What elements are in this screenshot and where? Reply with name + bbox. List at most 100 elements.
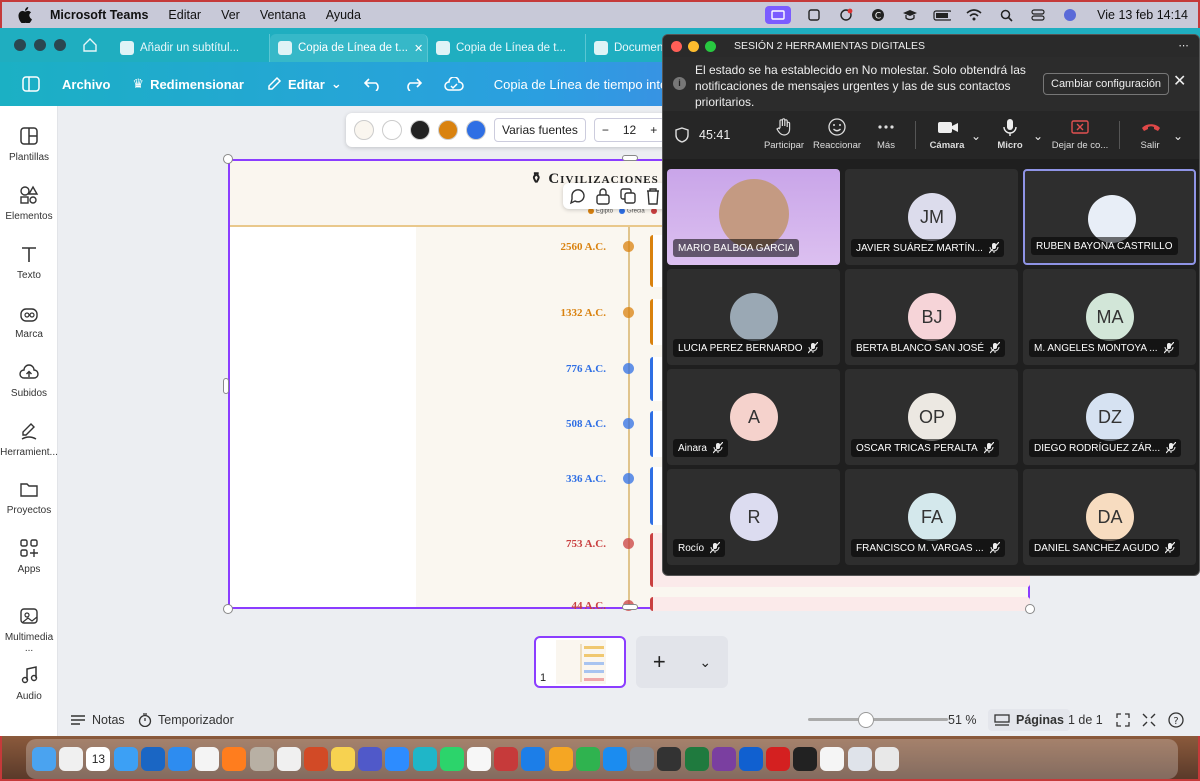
menubar-clock[interactable]: Vie 13 feb 14:14	[1097, 8, 1188, 22]
more-options-icon[interactable]: ⋯	[1179, 40, 1190, 52]
zoom-slider-knob[interactable]	[858, 712, 874, 728]
teams-status-icon[interactable]	[805, 8, 823, 22]
notes-button[interactable]: Notas	[70, 713, 125, 727]
event-date[interactable]: 44 A.C.	[406, 600, 606, 612]
contacts-icon[interactable]	[249, 747, 274, 771]
more-button[interactable]: Más	[871, 117, 901, 151]
acrobat-icon[interactable]	[766, 747, 791, 771]
cloud-saved-icon[interactable]	[443, 77, 464, 91]
siri-icon[interactable]	[1061, 8, 1079, 22]
participant-tile[interactable]: JM JAVIER SUÁREZ MARTÍN...	[845, 169, 1018, 265]
minimize-window-button[interactable]	[34, 39, 46, 51]
chevron-down-icon[interactable]: ⌄	[1173, 129, 1183, 143]
terminal-icon[interactable]	[793, 747, 818, 771]
notification-status-icon[interactable]	[837, 8, 855, 22]
redo-icon[interactable]	[404, 77, 422, 91]
winrar-icon[interactable]	[711, 747, 736, 771]
chevron-down-icon[interactable]: ⌄	[1033, 129, 1043, 143]
participant-tile[interactable]: R Rocío	[667, 469, 840, 565]
participant-tile[interactable]: RUBEN BAYONA CASTRILLO	[1023, 169, 1196, 265]
teams-icon[interactable]	[358, 747, 383, 771]
menu-app-name[interactable]: Microsoft Teams	[50, 8, 148, 22]
resize-handle-bl[interactable]	[223, 604, 233, 614]
powerpoint-icon[interactable]	[303, 747, 328, 771]
resize-handle-bottom[interactable]	[622, 604, 638, 610]
participant-tile[interactable]: DA DANIEL SANCHEZ AGUDO	[1023, 469, 1196, 565]
font-family-select[interactable]: Varias fuentes	[494, 118, 586, 142]
sidebar-item-proyectos[interactable]: Proyectos	[0, 479, 58, 516]
finder-window-icon[interactable]	[847, 747, 872, 771]
menu-ayuda[interactable]: Ayuda	[326, 8, 361, 22]
editar-menu[interactable]: Editar ⌄	[266, 76, 342, 92]
event-card[interactable]	[650, 597, 1030, 611]
archivo-menu[interactable]: Archivo	[62, 77, 110, 92]
spotlight-icon[interactable]	[997, 8, 1015, 22]
sidebar-item-marca[interactable]: Marca	[0, 303, 58, 340]
page-thumbnail[interactable]: 1	[534, 636, 626, 688]
zoom-window-button[interactable]	[54, 39, 66, 51]
participant-tile[interactable]: MA M. ANGELES MONTOYA ...	[1023, 269, 1196, 365]
calendar-icon[interactable]: 13	[86, 747, 111, 771]
sidebar-item-plantillas[interactable]: Plantillas	[0, 126, 58, 163]
graduation-status-icon[interactable]	[901, 8, 919, 22]
finder-icon[interactable]	[32, 747, 56, 771]
participant-tile[interactable]: A Ainara	[667, 369, 840, 465]
mail-icon[interactable]	[113, 747, 138, 771]
sidebar-item-elementos[interactable]: Elementos	[0, 185, 58, 222]
color-swatch-1[interactable]	[354, 120, 374, 140]
trash-icon[interactable]	[645, 187, 661, 205]
chevron-down-icon[interactable]: ⌄	[971, 129, 981, 143]
event-date[interactable]: 776 A.C.	[406, 363, 606, 375]
screenshot-icon[interactable]	[657, 747, 682, 771]
menu-ver[interactable]: Ver	[221, 8, 240, 22]
app-icon[interactable]	[738, 747, 763, 771]
excel-icon[interactable]	[684, 747, 709, 771]
photos2-icon[interactable]	[467, 747, 491, 771]
grid-view-icon[interactable]	[1116, 713, 1130, 727]
leave-button[interactable]: Salir	[1133, 117, 1167, 151]
menu-ventana[interactable]: Ventana	[260, 8, 306, 22]
apple-icon[interactable]	[18, 7, 36, 23]
timer-button[interactable]: Temporizador	[138, 713, 234, 727]
wifi-icon[interactable]	[965, 8, 983, 22]
chevron-down-icon[interactable]: ⌄	[699, 654, 711, 671]
participant-tile[interactable]: FA FRANCISCO M. VARGAS ...	[845, 469, 1018, 565]
numbers-icon[interactable]	[575, 747, 600, 771]
chrome-icon[interactable]	[195, 747, 220, 771]
resize-handle-top[interactable]	[622, 155, 638, 161]
close-window-button[interactable]	[671, 40, 682, 52]
camera-button[interactable]: Cámara	[925, 117, 969, 151]
participant-tile[interactable]: OP OSCAR TRICAS PERALTA	[845, 369, 1018, 465]
decrease-size-button[interactable]: −	[595, 123, 616, 137]
participant-tile[interactable]: MARIO BALBOA GARCIA	[667, 169, 840, 265]
pages-icon[interactable]	[548, 747, 573, 771]
sidebar-item-multimedia[interactable]: Multimedia ...	[0, 606, 58, 654]
react-button[interactable]: Reaccionar	[811, 117, 863, 151]
close-window-button[interactable]	[14, 39, 26, 51]
event-date[interactable]: 753 A.C.	[406, 538, 606, 550]
resize-handle-left[interactable]	[223, 378, 229, 394]
color-swatch-2[interactable]	[382, 120, 402, 140]
document-title[interactable]: Copia de Línea de tiempo intera	[494, 77, 679, 92]
firefox-icon[interactable]	[222, 747, 247, 771]
sidebar-item-herramientas[interactable]: Herramient...	[0, 421, 58, 458]
notes-icon[interactable]	[331, 747, 356, 771]
canva-icon[interactable]	[412, 747, 437, 771]
browser-tab-3[interactable]: Copia de Línea de t...	[428, 34, 586, 62]
preview-icon[interactable]	[820, 747, 845, 771]
appstore-icon[interactable]	[602, 747, 627, 771]
trash-icon[interactable]	[874, 747, 899, 771]
battery-icon[interactable]	[933, 8, 952, 22]
add-page-button[interactable]: + ⌄	[636, 636, 728, 688]
screen-share-status-icon[interactable]	[765, 6, 792, 24]
zoom-icon[interactable]	[385, 747, 410, 771]
change-settings-button[interactable]: Cambiar configuración	[1043, 73, 1170, 95]
comment-add-icon[interactable]	[569, 187, 587, 205]
duplicate-icon[interactable]	[619, 187, 637, 205]
participant-tile[interactable]: BJ BERTA BLANCO SAN JOSÉ	[845, 269, 1018, 365]
event-date[interactable]: 336 A.C.	[406, 473, 606, 485]
safari-icon[interactable]	[167, 747, 192, 771]
browser-tab-2[interactable]: Copia de Línea de t... ✕	[270, 34, 428, 62]
participant-tile[interactable]: DZ DIEGO RODRÍGUEZ ZÁR...	[1023, 369, 1196, 465]
zoom-window-button[interactable]	[705, 40, 716, 52]
